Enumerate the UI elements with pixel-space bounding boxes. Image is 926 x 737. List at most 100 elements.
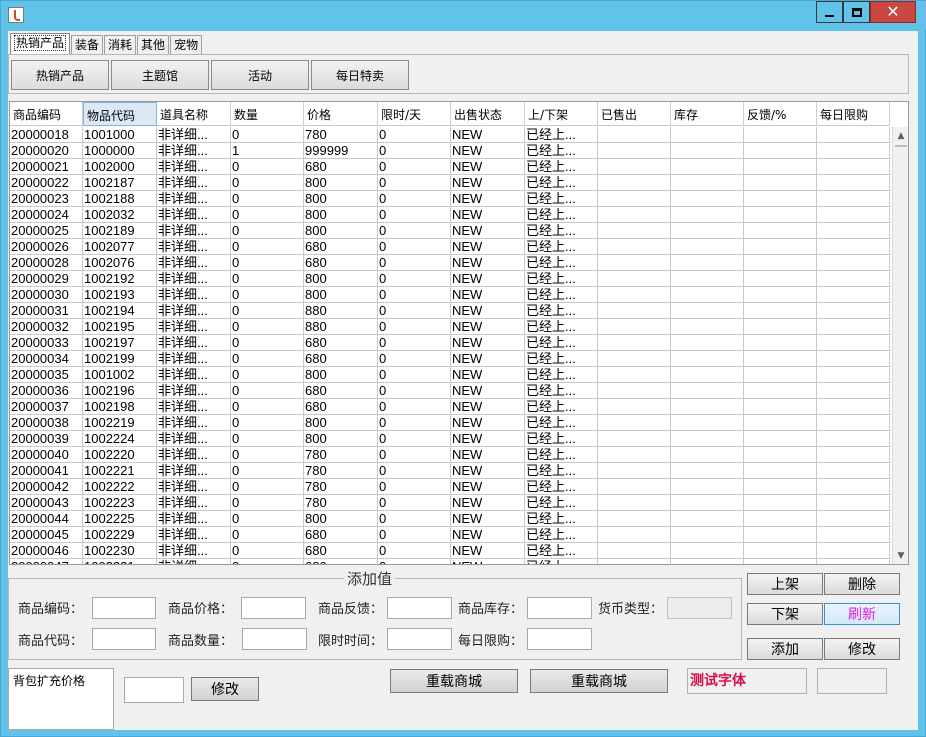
cell-col-daily-limit[interactable]: [817, 319, 890, 334]
cell-col-sale-status[interactable]: NEW: [451, 191, 525, 206]
cell-col-sold[interactable]: [598, 527, 671, 542]
cell-col-sold[interactable]: [598, 271, 671, 286]
cell-col-item-name[interactable]: 非详细...: [157, 319, 231, 334]
cell-col-limit-days[interactable]: 0: [378, 431, 451, 446]
cell-col-stock[interactable]: [671, 447, 744, 462]
table-row[interactable]: 20000022 1002187 非详细... 0 800 0 NEW 已经上...: [10, 175, 891, 191]
cell-col-feedback[interactable]: [744, 271, 817, 286]
cell-col-sale-status[interactable]: NEW: [451, 495, 525, 510]
cell-col-shelf-status[interactable]: 已经上...: [525, 255, 598, 270]
cell-col-item-id[interactable]: 20000028: [10, 255, 83, 270]
cell-col-price[interactable]: 800: [304, 175, 378, 190]
cell-col-sale-status[interactable]: NEW: [451, 399, 525, 414]
cell-col-sold[interactable]: [598, 351, 671, 366]
cell-col-quantity[interactable]: 0: [231, 543, 304, 558]
cell-col-price[interactable]: 680: [304, 527, 378, 542]
cell-col-price[interactable]: 780: [304, 463, 378, 478]
add-button[interactable]: 添加: [747, 638, 823, 660]
cell-col-daily-limit[interactable]: [817, 303, 890, 318]
time-limit-input[interactable]: [387, 628, 452, 650]
subtab-daily-sale-button[interactable]: 每日特卖: [311, 60, 409, 90]
cell-col-sold[interactable]: [598, 303, 671, 318]
cell-col-price[interactable]: 800: [304, 431, 378, 446]
cell-col-quantity[interactable]: 0: [231, 175, 304, 190]
table-row[interactable]: 20000018 1001000 非详细... 0 780 0 NEW 已经上...: [10, 127, 891, 143]
cell-col-item-code[interactable]: 1002198: [83, 399, 157, 414]
cell-col-item-id[interactable]: 20000023: [10, 191, 83, 206]
cell-col-quantity[interactable]: 0: [231, 367, 304, 382]
cell-col-daily-limit[interactable]: [817, 383, 890, 398]
table-row[interactable]: 20000037 1002198 非详细... 0 680 0 NEW 已经上...: [10, 399, 891, 415]
cell-col-sale-status[interactable]: NEW: [451, 527, 525, 542]
cell-col-limit-days[interactable]: 0: [378, 527, 451, 542]
cell-col-shelf-status[interactable]: 已经上...: [525, 479, 598, 494]
cell-col-daily-limit[interactable]: [817, 335, 890, 350]
cell-col-item-id[interactable]: 20000024: [10, 207, 83, 222]
cell-col-daily-limit[interactable]: [817, 447, 890, 462]
cell-col-sold[interactable]: [598, 143, 671, 158]
maximize-button[interactable]: [843, 1, 870, 23]
cell-col-limit-days[interactable]: 0: [378, 399, 451, 414]
cell-col-stock[interactable]: [671, 207, 744, 222]
table-row[interactable]: 20000036 1002196 非详细... 0 680 0 NEW 已经上...: [10, 383, 891, 399]
cell-col-feedback[interactable]: [744, 415, 817, 430]
cell-col-stock[interactable]: [671, 223, 744, 238]
cell-col-item-id[interactable]: 20000034: [10, 351, 83, 366]
cell-col-daily-limit[interactable]: [817, 351, 890, 366]
cell-col-item-code[interactable]: 1002192: [83, 271, 157, 286]
cell-col-shelf-status[interactable]: 已经上...: [525, 319, 598, 334]
tab-hot-products[interactable]: 热销产品: [10, 33, 71, 55]
stock-input[interactable]: [527, 597, 592, 619]
cell-col-shelf-status[interactable]: 已经上...: [525, 511, 598, 526]
header-col-price[interactable]: 价格: [304, 102, 378, 126]
title-bar[interactable]: ✕: [1, 1, 926, 29]
cell-col-daily-limit[interactable]: [817, 255, 890, 270]
subtab-hot-products-button[interactable]: 热销产品: [11, 60, 109, 90]
header-col-item-code[interactable]: 物品代码: [83, 102, 157, 126]
table-row[interactable]: 20000046 1002230 非详细... 0 680 0 NEW 已经上...: [10, 543, 891, 559]
cell-col-item-name[interactable]: 非详细...: [157, 239, 231, 254]
minimize-button[interactable]: [816, 1, 843, 23]
cell-col-item-code[interactable]: 1002077: [83, 239, 157, 254]
cell-col-shelf-status[interactable]: 已经上...: [525, 463, 598, 478]
cell-col-limit-days[interactable]: 0: [378, 463, 451, 478]
cell-col-feedback[interactable]: [744, 511, 817, 526]
table-row[interactable]: 20000044 1002225 非详细... 0 800 0 NEW 已经上...: [10, 511, 891, 527]
cell-col-quantity[interactable]: 0: [231, 511, 304, 526]
cell-col-price[interactable]: 800: [304, 511, 378, 526]
bag-price-modify-button[interactable]: 修改: [191, 677, 259, 701]
cell-col-sale-status[interactable]: NEW: [451, 319, 525, 334]
cell-col-sale-status[interactable]: NEW: [451, 431, 525, 446]
cell-col-stock[interactable]: [671, 127, 744, 142]
cell-col-item-id[interactable]: 20000047: [10, 559, 83, 564]
cell-col-feedback[interactable]: [744, 287, 817, 302]
scroll-down-arrow-icon[interactable]: ▼: [893, 547, 908, 564]
item-code-input[interactable]: [92, 628, 156, 650]
cell-col-item-id[interactable]: 20000022: [10, 175, 83, 190]
cell-col-sold[interactable]: [598, 463, 671, 478]
cell-col-sold[interactable]: [598, 415, 671, 430]
cell-col-daily-limit[interactable]: [817, 511, 890, 526]
cell-col-item-id[interactable]: 20000045: [10, 527, 83, 542]
cell-col-limit-days[interactable]: 0: [378, 287, 451, 302]
cell-col-item-code[interactable]: 1002189: [83, 223, 157, 238]
cell-col-item-id[interactable]: 20000037: [10, 399, 83, 414]
cell-col-item-name[interactable]: 非详细...: [157, 175, 231, 190]
cell-col-item-name[interactable]: 非详细...: [157, 447, 231, 462]
cell-col-item-id[interactable]: 20000020: [10, 143, 83, 158]
cell-col-item-name[interactable]: 非详细...: [157, 527, 231, 542]
cell-col-feedback[interactable]: [744, 207, 817, 222]
cell-col-daily-limit[interactable]: [817, 159, 890, 174]
cell-col-sale-status[interactable]: NEW: [451, 175, 525, 190]
cell-col-limit-days[interactable]: 0: [378, 175, 451, 190]
cell-col-sold[interactable]: [598, 175, 671, 190]
cell-col-item-name[interactable]: 非详细...: [157, 303, 231, 318]
cell-col-quantity[interactable]: 0: [231, 447, 304, 462]
cell-col-item-name[interactable]: 非详细...: [157, 399, 231, 414]
cell-col-feedback[interactable]: [744, 159, 817, 174]
cell-col-quantity[interactable]: 0: [231, 127, 304, 142]
cell-col-sale-status[interactable]: NEW: [451, 543, 525, 558]
cell-col-item-code[interactable]: 1000000: [83, 143, 157, 158]
cell-col-quantity[interactable]: 0: [231, 431, 304, 446]
cell-col-sale-status[interactable]: NEW: [451, 447, 525, 462]
